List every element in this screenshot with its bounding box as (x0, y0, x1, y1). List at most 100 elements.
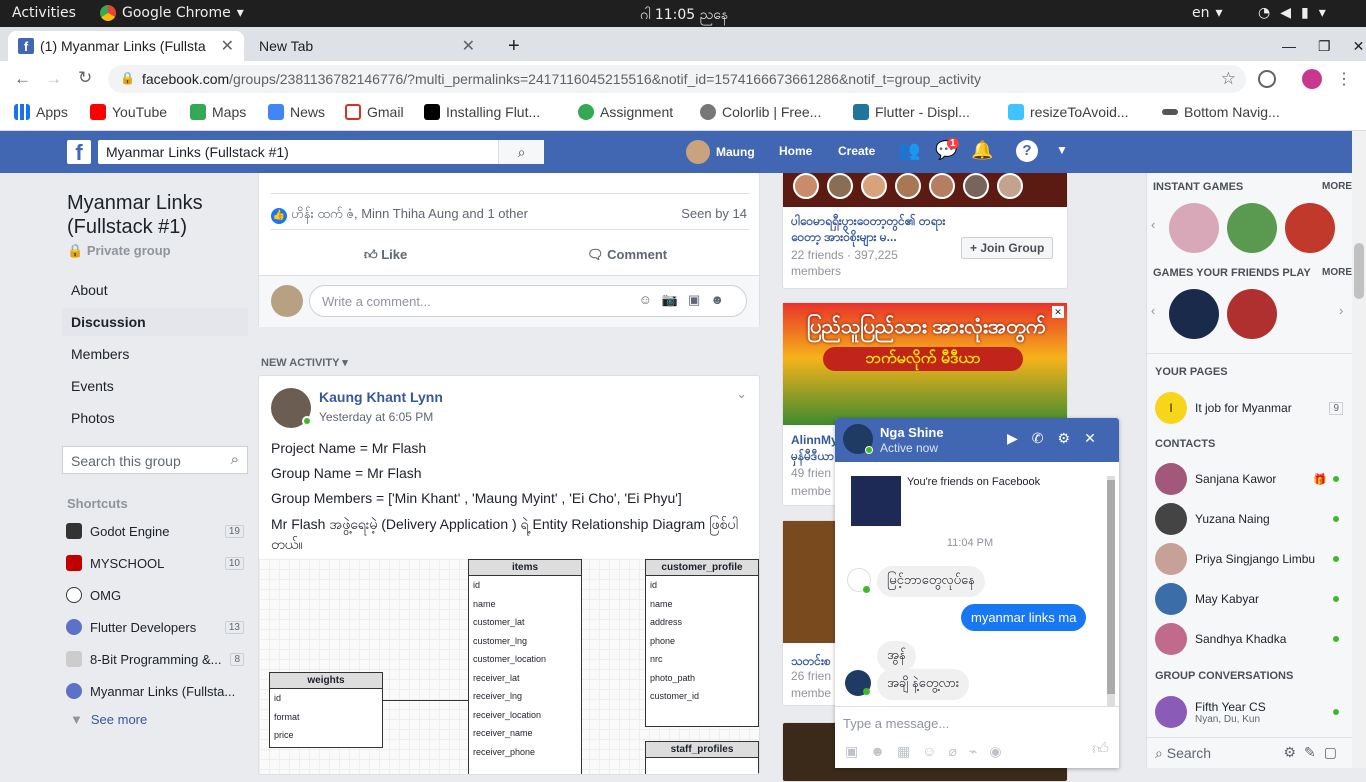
tab-new-tab[interactable]: New Tab ✕ (249, 31, 485, 61)
sidebar-tools[interactable]: ⚙✎▢ (1283, 744, 1345, 761)
page-scrollbar[interactable] (1352, 131, 1366, 768)
game-thumbnail[interactable] (1227, 203, 1277, 253)
contact-item[interactable]: Sanjana Kawor 🎁 (1155, 461, 1347, 497)
close-icon[interactable]: ✕ (1084, 430, 1096, 447)
comment-tools[interactable]: ☺📷▣☻ (639, 292, 734, 308)
close-window-icon[interactable]: ✕ (1353, 38, 1365, 55)
group-search-input[interactable]: Search this group ⌕ (62, 446, 248, 474)
like-button[interactable]: 👍︎ Like (364, 247, 407, 263)
bookmark-colorlib[interactable]: Colorlib | Free... (700, 104, 821, 120)
friend-requests-icon[interactable]: 👥 (898, 140, 920, 161)
scrollbar-thumb[interactable] (1354, 243, 1364, 299)
close-tab-icon[interactable]: ✕ (462, 36, 475, 56)
clock[interactable]: ဂါ 11:05 ညနေ (640, 5, 728, 26)
minimize-icon[interactable]: — (1282, 38, 1296, 54)
seen-by[interactable]: Seen by 14 (681, 206, 747, 221)
bookmark-installing-flutter[interactable]: Installing Flut... (424, 104, 540, 120)
er-diagram-image[interactable]: items id name customer_lat customer_lng custo… (259, 559, 759, 774)
thumbs-up-icon[interactable]: 👍︎ (1092, 740, 1109, 759)
page-item[interactable]: I It job for Myanmar 9 (1155, 390, 1347, 426)
chevron-left-icon[interactable]: ‹ (1151, 217, 1155, 232)
chevron-left-icon[interactable]: ‹ (1151, 303, 1155, 318)
more-link[interactable]: MORE (1322, 181, 1352, 192)
search-icon[interactable]: ⌕ (498, 140, 544, 164)
chevron-right-icon[interactable]: › (1339, 303, 1343, 318)
message-bubble[interactable]: myanmar links ma (961, 604, 1087, 631)
back-icon[interactable]: ← (14, 69, 31, 89)
group-cover-image[interactable] (783, 173, 1067, 207)
close-icon[interactable]: ✕ (1052, 306, 1064, 318)
shortcut-omg[interactable]: OMG (62, 583, 248, 607)
bookmark-resizetoavoid[interactable]: resizeToAvoid... (1008, 104, 1129, 120)
menu-discussion[interactable]: Discussion (62, 308, 248, 336)
message-bubble[interactable]: အွန် (877, 641, 916, 672)
shortcut-flutter-developers[interactable]: Flutter Developers 13 (62, 615, 248, 639)
instant-games-list[interactable] (1169, 203, 1335, 253)
message-bubble[interactable]: မြင့်ဘာတွေလုပ်နေ (877, 566, 985, 597)
bookmark-flutter-display[interactable]: Flutter - Displ... (853, 104, 970, 120)
friends-games-list[interactable] (1169, 289, 1277, 339)
forward-icon[interactable]: → (45, 69, 62, 89)
chat-contact-name[interactable]: Nga Shine (880, 425, 944, 440)
new-activity-filter[interactable]: NEW ACTIVITY ▾ (261, 356, 348, 369)
new-tab-button[interactable]: + (498, 31, 530, 61)
system-tray[interactable]: ◔ ◀ ▮ ▾ (1258, 5, 1326, 21)
language-indicator[interactable]: en ▾ (1192, 5, 1223, 21)
more-link[interactable]: MORE (1322, 267, 1352, 278)
shortcut-godot[interactable]: Godot Engine 19 (62, 519, 248, 543)
reload-icon[interactable]: ↻ (78, 68, 92, 88)
activities-button[interactable]: Activities (12, 5, 76, 21)
bookmark-news[interactable]: News (268, 104, 325, 120)
account-menu-icon[interactable]: ▼ (1056, 143, 1068, 157)
reactions-summary[interactable]: 👍 ဟိန်း ထက် ဇံ, Minn Thiha Aung and 1 oth… (271, 206, 528, 225)
contact-item[interactable]: Yuzana Naing (1155, 501, 1347, 537)
menu-about[interactable]: About (62, 276, 248, 304)
profile-avatar[interactable] (1302, 69, 1322, 89)
group-conversation-item[interactable]: Fifth Year CS Nyan, Du, Kun (1155, 694, 1347, 730)
url-input[interactable]: 🔒 facebook.com/groups/2381136782146776/?… (108, 65, 1246, 93)
sidebar-search-input[interactable]: ⌕ Search ⚙✎▢ (1147, 737, 1353, 768)
author-name[interactable]: Kaung Khant Lynn (319, 389, 443, 405)
game-thumbnail[interactable] (1285, 203, 1335, 253)
bookmark-youtube[interactable]: YouTube (90, 104, 167, 120)
shortcut-myschool[interactable]: MYSCHOOL 10 (62, 551, 248, 575)
shortcut-8bit[interactable]: 8-Bit Programming &... 8 (62, 647, 248, 671)
see-more-link[interactable]: ▼ See more (62, 707, 248, 731)
game-thumbnail[interactable] (1227, 289, 1277, 339)
bookmark-assignment[interactable]: Assignment (578, 104, 673, 120)
close-tab-icon[interactable]: ✕ (221, 36, 234, 56)
game-thumbnail[interactable] (1169, 289, 1219, 339)
message-bubble[interactable]: အချိ နဲ့တွေ့လား (877, 669, 970, 700)
messenger-icon[interactable]: 💬 1 (935, 138, 959, 161)
bookmark-apps[interactable]: Apps (14, 104, 68, 120)
maximize-icon[interactable]: ❐ (1318, 38, 1331, 55)
tab-facebook[interactable]: f (1) Myanmar Links (Fullsta ✕ (8, 31, 244, 61)
chat-scrollbar[interactable] (1107, 476, 1115, 706)
ad-subtitle[interactable]: မှန်မီဒီယာ (791, 448, 834, 466)
menu-icon[interactable]: ⋮ (1336, 69, 1352, 89)
help-icon[interactable]: ? (1016, 140, 1038, 162)
notifications-icon[interactable]: 🔔 (971, 140, 993, 161)
contact-item[interactable]: Sandhya Khadka (1155, 621, 1347, 657)
bookmark-gmail[interactable]: Gmail (345, 104, 404, 120)
join-group-button[interactable]: + Join Group (961, 237, 1054, 259)
menu-members[interactable]: Members (62, 340, 248, 368)
home-link[interactable]: Home (779, 144, 812, 158)
comment-button[interactable]: 🗨 Comment (587, 247, 667, 263)
gear-icon[interactable]: ⚙ (1058, 430, 1071, 447)
suggested-group-title[interactable]: ပါဝေမာရရှီးပွားဝေတာ့တွင်၏ တရား ဝေတာ့ အား… (791, 213, 961, 245)
chat-header[interactable]: Nga Shine Active now ▶ ✆ ⚙ ✕ (835, 418, 1119, 462)
banner-image[interactable]: ပြည်သူပြည်သား အားလုံးအတွက် ဘက်မလိုက် မီဒ… (783, 303, 1067, 425)
shortcut-myanmar-links[interactable]: Myanmar Links (Fullsta... (62, 679, 248, 703)
facebook-search-input[interactable]: Myanmar Links (Fullstack #1) ⌕ (98, 140, 544, 164)
phone-icon[interactable]: ✆ (1032, 430, 1044, 447)
ad-title[interactable]: AlinnMy (791, 433, 838, 447)
create-link[interactable]: Create (838, 144, 875, 158)
profile-link[interactable]: Maung (686, 140, 755, 164)
message-tools[interactable]: ▣☻▦☺⌀⌁◉ (845, 743, 1014, 760)
message-input[interactable]: Type a message... (843, 716, 949, 731)
bookmark-maps[interactable]: Maps (190, 104, 246, 120)
group-title[interactable]: Myanmar Links (Fullstack #1) (67, 191, 247, 239)
app-menu[interactable]: Google Chrome ▾ (100, 5, 244, 21)
extension-icon[interactable] (1258, 70, 1276, 88)
